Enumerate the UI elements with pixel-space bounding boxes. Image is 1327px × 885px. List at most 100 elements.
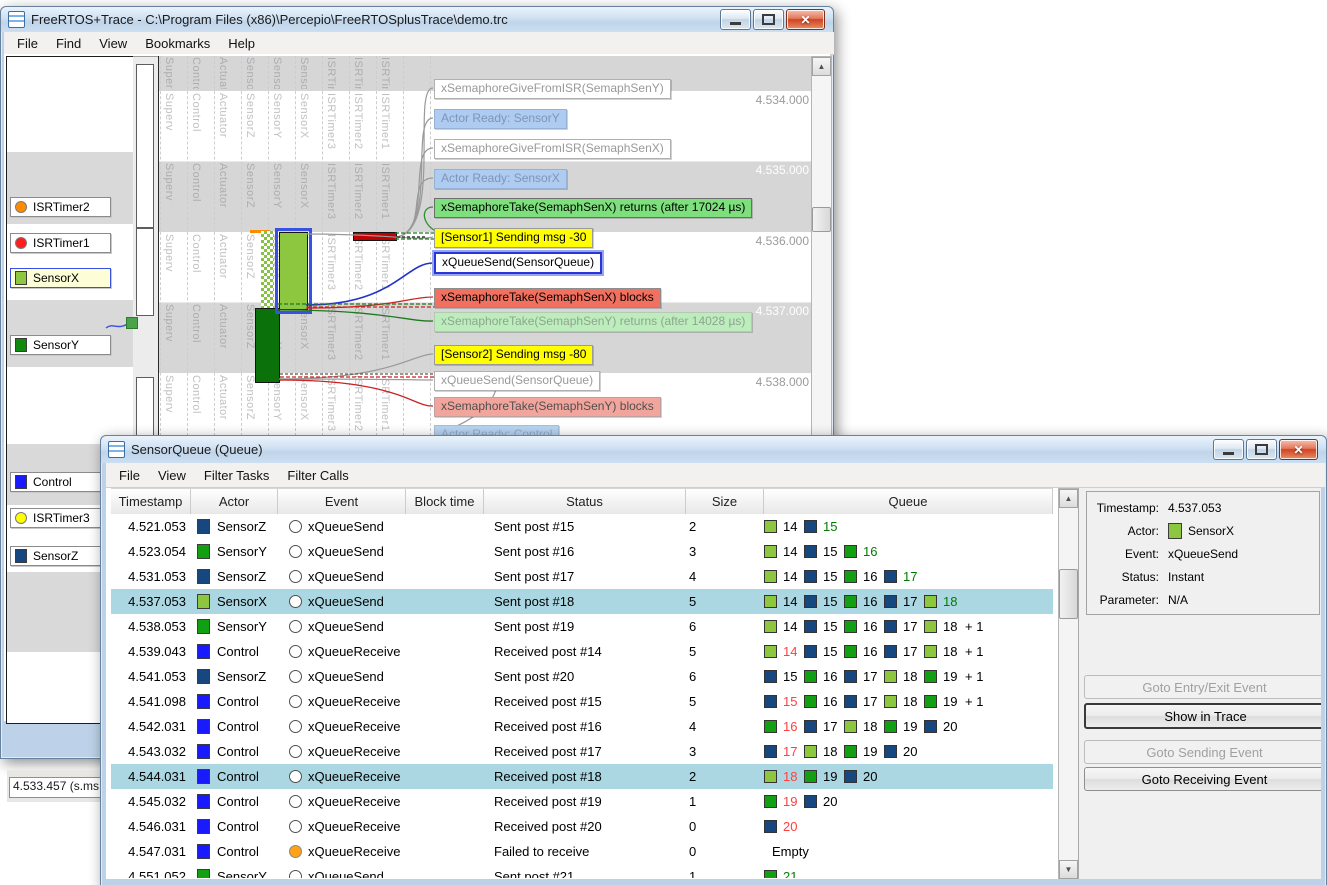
event-label[interactable]: xSemaphoreTake(SemaphSenX) blocks [434, 288, 661, 308]
table-row[interactable]: 4.523.054SensorYxQueueSendSent post #163… [111, 539, 1053, 564]
table-row[interactable]: 4.542.031ControlxQueueReceiveReceived po… [111, 714, 1053, 739]
column-header-queue[interactable]: Queue [764, 489, 1053, 514]
queue-item-number: 18 [903, 669, 917, 684]
table-row[interactable]: 4.521.053SensorZxQueueSendSent post #152… [111, 514, 1053, 539]
event-label[interactable]: xSemaphoreGiveFromISR(SemaphSenY) [434, 79, 671, 99]
menu-file[interactable]: File [110, 466, 149, 485]
menu-view[interactable]: View [149, 466, 195, 485]
cell-timestamp: 4.537.053 [111, 594, 191, 609]
column-header-timestamp[interactable]: Timestamp [111, 489, 191, 514]
close-button[interactable]: ✕ [786, 9, 825, 30]
detail-value-text: xQueueSend [1168, 547, 1238, 561]
scroll-thumb[interactable] [812, 207, 831, 232]
queue-item: 16 [844, 544, 884, 559]
event-label[interactable]: xSemaphoreGiveFromISR(SemaphSenX) [434, 139, 671, 159]
table-row[interactable]: 4.538.053SensorYxQueueSendSent post #196… [111, 614, 1053, 639]
scroll-down-button[interactable]: ▼ [1059, 860, 1078, 879]
queue-item-icon [924, 670, 937, 683]
event-label[interactable]: Actor Ready: SensorX [434, 169, 567, 189]
detail-event: Event:xQueueSend [1087, 546, 1319, 562]
queue-item-number: 16 [823, 694, 837, 709]
queue-item-number: 15 [823, 544, 837, 559]
cell-timestamp: 4.539.043 [111, 644, 191, 659]
table-vscrollbar[interactable]: ▲ ▼ [1058, 488, 1080, 879]
queue-item-number: 16 [863, 544, 877, 559]
column-header-actor[interactable]: Actor [191, 489, 278, 514]
menu-filter-tasks[interactable]: Filter Tasks [195, 466, 279, 485]
event-label[interactable]: xSemaphoreTake(SemaphSenX) returns (afte… [434, 198, 752, 218]
event-name: xQueueSend [308, 544, 384, 559]
event-name: xQueueReceive [308, 744, 401, 759]
main-titlebar[interactable]: FreeRTOS+Trace - C:\Program Files (x86)\… [1, 7, 833, 32]
cell-queue: 17181920 [764, 739, 1053, 764]
queue-item-icon [804, 670, 817, 683]
queue-item: 16 [844, 569, 884, 584]
event-label[interactable]: [Sensor1] Sending msg -30 [434, 228, 593, 248]
cell-size: 5 [686, 644, 764, 659]
minimize-button[interactable] [1213, 439, 1244, 460]
table-row[interactable]: 4.543.032ControlxQueueReceiveReceived po… [111, 739, 1053, 764]
queue-overflow-count: + 1 [965, 669, 983, 684]
table-row[interactable]: 4.541.053SensorZxQueueSendSent post #206… [111, 664, 1053, 689]
event-ok-icon [289, 620, 302, 633]
minimize-button[interactable] [720, 9, 751, 30]
table-row[interactable]: 4.544.031ControlxQueueReceiveReceived po… [111, 764, 1053, 789]
close-button[interactable]: ✕ [1279, 439, 1318, 460]
actor-label-control[interactable]: Control [10, 472, 111, 492]
column-header-event[interactable]: Event [278, 489, 406, 514]
actor-name: Control [33, 475, 72, 489]
actor-label-isrtimer1[interactable]: ISRTimer1 [10, 233, 111, 253]
cell-event: xQueueReceive [278, 694, 406, 709]
event-label[interactable]: xSemaphoreTake(SemaphSenY) blocks [434, 397, 661, 417]
event-ok-icon [289, 570, 302, 583]
event-label[interactable]: Actor Ready: SensorY [434, 109, 567, 129]
menu-help[interactable]: Help [219, 34, 264, 53]
menu-find[interactable]: Find [47, 34, 90, 53]
menu-file[interactable]: File [8, 34, 47, 53]
show-in-trace-button[interactable]: Show in Trace [1084, 703, 1321, 729]
queue-item-icon [884, 645, 897, 658]
table-row[interactable]: 4.547.031ControlxQueueReceiveFailed to r… [111, 839, 1053, 864]
table-row[interactable]: 4.551.052SensorYxQueueSendSent post #211… [111, 864, 1053, 878]
table-row[interactable]: 4.537.053SensorXxQueueSendSent post #185… [111, 589, 1053, 614]
cell-size: 5 [686, 594, 764, 609]
table-header[interactable]: TimestampActorEventBlock timeStatusSizeQ… [111, 488, 1053, 515]
event-label[interactable]: [Sensor2] Sending msg -80 [434, 345, 593, 365]
close-icon: ✕ [1293, 443, 1303, 457]
table-row[interactable]: 4.531.053SensorZxQueueSendSent post #174… [111, 564, 1053, 589]
actor-color-icon [197, 619, 210, 634]
menu-view[interactable]: View [90, 34, 136, 53]
focus-handle[interactable] [126, 317, 138, 329]
table-row[interactable]: 4.539.043ControlxQueueReceiveReceived po… [111, 639, 1053, 664]
queue-titlebar[interactable]: SensorQueue (Queue) ✕ [101, 436, 1326, 463]
event-label[interactable]: xQueueSend(SensorQueue) [434, 252, 602, 274]
maximize-button[interactable] [1246, 439, 1277, 460]
queue-item-number: 15 [823, 619, 837, 634]
actor-label-isrtimer3[interactable]: ISRTimer3 [10, 508, 111, 528]
queue-item-icon [924, 695, 937, 708]
table-row[interactable]: 4.546.031ControlxQueueReceiveReceived po… [111, 814, 1053, 839]
actor-label-isrtimer2[interactable]: ISRTimer2 [10, 197, 111, 217]
queue-item: 17 [844, 694, 884, 709]
actor-label-sensorz[interactable]: SensorZ [10, 546, 111, 566]
queue-item-number: 16 [863, 644, 877, 659]
table-row[interactable]: 4.545.032ControlxQueueReceiveReceived po… [111, 789, 1053, 814]
table-row[interactable]: 4.541.098ControlxQueueReceiveReceived po… [111, 689, 1053, 714]
menu-bookmarks[interactable]: Bookmarks [136, 34, 219, 53]
queue-item-icon [804, 695, 817, 708]
goto-receiving-event-button[interactable]: Goto Receiving Event [1084, 767, 1321, 791]
column-header-block-time[interactable]: Block time [406, 489, 484, 514]
event-label[interactable]: xQueueSend(SensorQueue) [434, 371, 600, 391]
event-table[interactable]: 4.521.053SensorZxQueueSendSent post #152… [111, 514, 1053, 878]
cell-queue: 20 [764, 814, 1053, 839]
column-header-size[interactable]: Size [686, 489, 764, 514]
event-label[interactable]: xSemaphoreTake(SemaphSenY) returns (afte… [434, 312, 752, 332]
column-header-status[interactable]: Status [484, 489, 686, 514]
scroll-thumb[interactable] [1059, 569, 1078, 619]
actor-label-sensorx[interactable]: SensorX [10, 268, 111, 288]
actor-label-sensory[interactable]: SensorY [10, 335, 111, 355]
scroll-up-button[interactable]: ▲ [812, 57, 831, 76]
menu-filter-calls[interactable]: Filter Calls [278, 466, 357, 485]
maximize-button[interactable] [753, 9, 784, 30]
scroll-up-button[interactable]: ▲ [1059, 489, 1078, 508]
